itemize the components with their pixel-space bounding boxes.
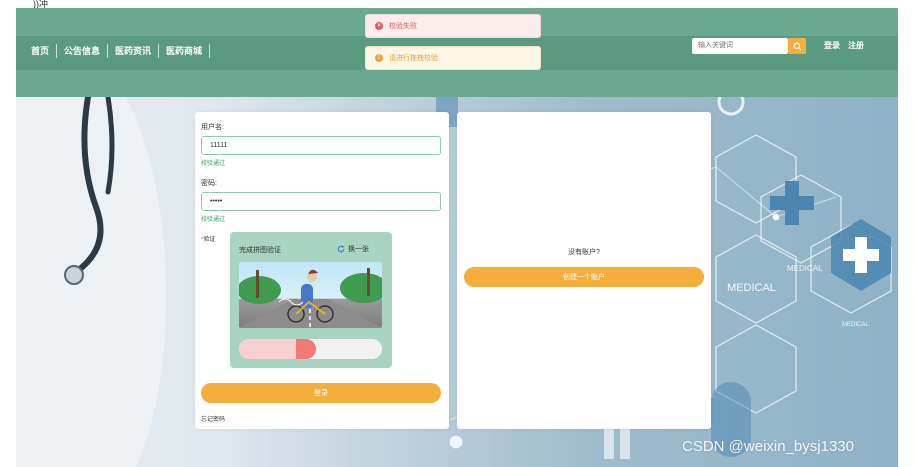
password-ok: 校验通过	[201, 217, 226, 223]
search-input[interactable]	[692, 38, 788, 54]
medical-text-1: MEDICAL	[727, 282, 776, 294]
medical-text-2: MEDICAL	[787, 264, 823, 273]
watermark: CSDN @weixin_bysj1330	[682, 438, 854, 455]
no-account-text: 没有账户?	[568, 249, 600, 256]
create-account-button[interactable]: 创建一个账户	[464, 267, 704, 287]
captcha-illustration	[239, 268, 382, 328]
warning-icon: !	[375, 54, 383, 62]
password-field[interactable]: •••••	[201, 192, 441, 211]
register-link[interactable]: 注册	[848, 40, 864, 51]
login-card: 用户名: 11111 校验通过 密码: ••••• 校验通过 *验证 完成拼图验…	[195, 112, 449, 429]
medical-text-3: MEDICAL	[842, 322, 869, 328]
search-icon	[793, 42, 801, 50]
page: _ _ ))冲 _ 首页 公告信息 医药资讯 医药商城 登录 注册	[0, 0, 914, 467]
toast-warning: ! 请进行拖拽校验	[365, 46, 541, 70]
captcha-refresh-button[interactable]: 换一张	[337, 244, 369, 254]
captcha-slider-track	[239, 339, 382, 359]
verify-label-text: 验证	[203, 237, 216, 243]
forgot-password-link[interactable]: 忘记密码	[201, 414, 225, 423]
nav-link-notices[interactable]: 公告信息	[57, 44, 109, 58]
password-label: 密码:	[201, 180, 217, 187]
captcha-title: 完成拼图验证	[239, 247, 281, 254]
toast-error-text: 校验失败	[389, 23, 417, 30]
nav-link-home[interactable]: 首页	[24, 44, 58, 58]
captcha-slider-handle[interactable]	[296, 339, 316, 359]
refresh-icon	[337, 245, 345, 253]
verify-label: *验证	[201, 234, 215, 243]
top-strip: _ _ ))冲 _	[0, 0, 914, 9]
nav-link-mall[interactable]: 医药商城	[159, 44, 211, 58]
captcha-refresh-label: 换一张	[348, 246, 369, 253]
username-ok: 校验通过	[201, 161, 226, 167]
toast-error: × 校验失败	[365, 14, 541, 38]
captcha-panel: 完成拼图验证 换一张	[230, 232, 392, 368]
auth-links: 登录 注册	[824, 40, 864, 51]
nav-links: 首页 公告信息 医药资讯 医药商城	[24, 44, 211, 58]
captcha-image	[239, 262, 382, 328]
login-link[interactable]: 登录	[824, 40, 840, 51]
username-field[interactable]: 11111	[201, 136, 441, 155]
login-button[interactable]: 登录	[201, 383, 441, 403]
search-button[interactable]	[788, 38, 806, 54]
register-card: 没有账户? 创建一个账户	[457, 112, 711, 429]
nav-link-news[interactable]: 医药资讯	[108, 44, 160, 58]
username-label: 用户名:	[201, 124, 224, 131]
error-icon: ×	[375, 22, 383, 30]
toast-warning-text: 请进行拖拽校验	[389, 55, 438, 62]
